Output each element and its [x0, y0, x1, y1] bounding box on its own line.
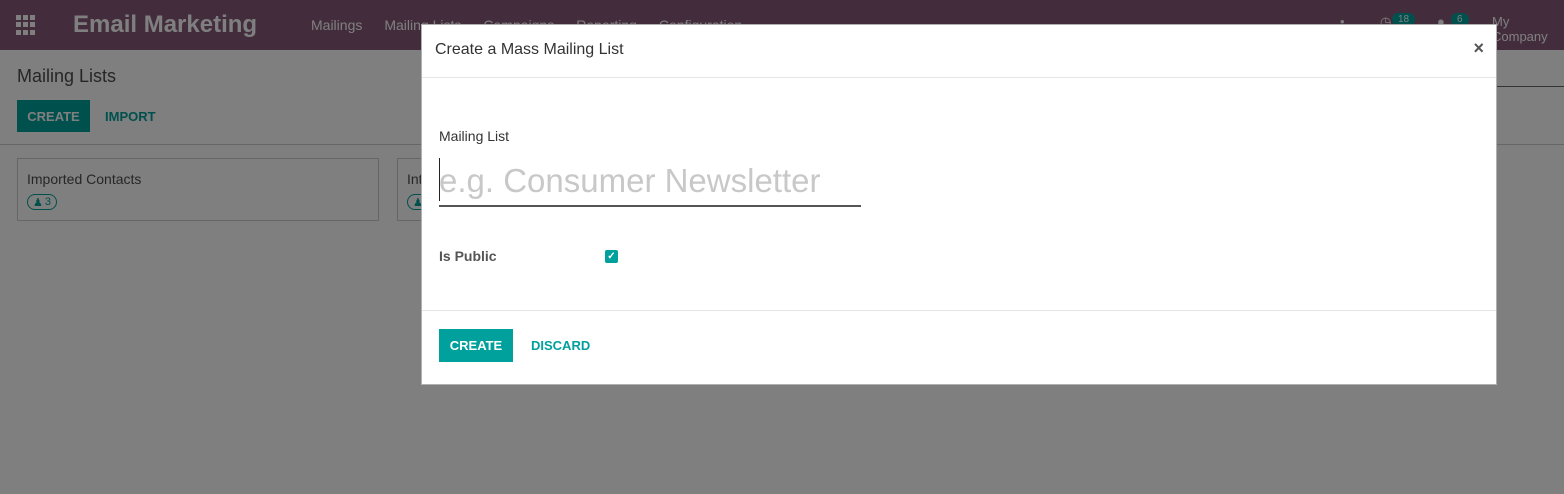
dialog-footer: CREATE DISCARD [422, 310, 1496, 386]
dialog-discard-button[interactable]: DISCARD [531, 329, 590, 362]
dialog-header: Create a Mass Mailing List × [422, 25, 1496, 78]
text-cursor [439, 158, 440, 201]
is-public-label: Is Public [439, 248, 497, 264]
mailing-list-label: Mailing List [439, 128, 510, 144]
dialog-title: Create a Mass Mailing List [435, 41, 624, 58]
is-public-checkbox[interactable]: ✓ [605, 250, 618, 263]
close-icon[interactable]: × [1473, 38, 1484, 59]
mailing-list-name-input[interactable] [439, 156, 861, 207]
create-mailing-list-dialog: Create a Mass Mailing List × Mailing Lis… [421, 24, 1497, 385]
dialog-create-button[interactable]: CREATE [439, 329, 513, 362]
